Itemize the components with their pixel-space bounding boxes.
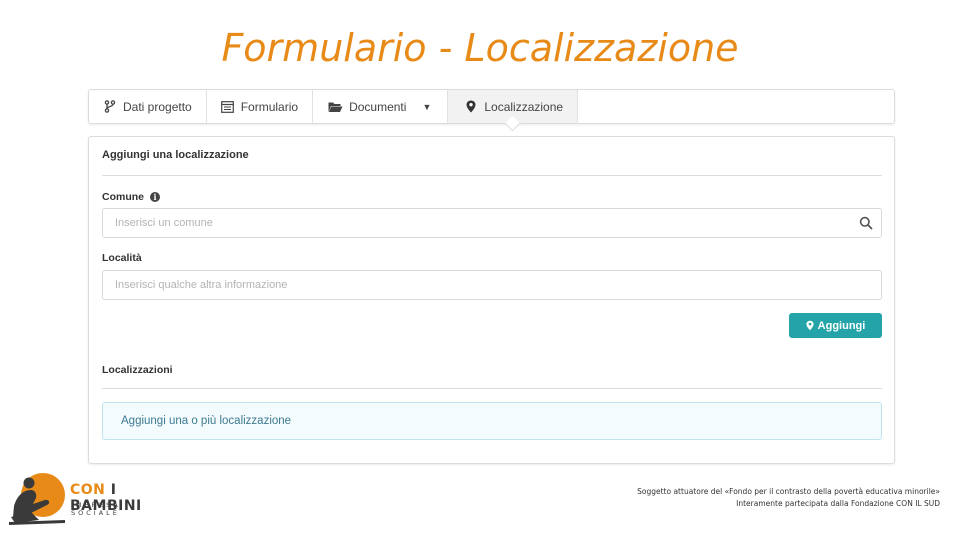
tab-localizzazione[interactable]: Localizzazione [448,90,579,123]
slide-title: Formulario - Localizzazione [221,26,739,70]
branch-icon [103,100,117,114]
add-location-button[interactable]: Aggiungi [789,313,882,338]
logo-con: CON [70,482,106,498]
map-marker-icon [464,100,478,114]
add-button-label: Aggiungi [817,319,866,332]
logo-mark-icon [9,473,65,525]
list-heading: Localizzazioni [102,364,173,376]
search-icon[interactable] [859,216,873,230]
tab-label: Dati progetto [123,99,192,114]
footer-line-2: Interamente partecipata dalla Fondazione… [736,499,940,508]
logo-subtitle: IMPRESA SOCIALE [71,501,121,517]
info-icon[interactable]: i [150,192,160,202]
footer-text: Soggetto attuatore del «Fondo per il con… [637,486,940,510]
comune-input[interactable] [102,208,882,238]
con-i-bambini-logo: CON I BAMBINI IMPRESA SOCIALE [5,470,165,528]
localita-label: Località [102,252,142,264]
tab-label: Localizzazione [484,99,564,114]
tab-dati-progetto[interactable]: Dati progetto [89,90,207,123]
divider [102,175,882,176]
footer-line-1: Soggetto attuatore del «Fondo per il con… [637,487,940,496]
chevron-down-icon[interactable]: ▼ [422,102,431,112]
comune-label: Comune i [102,191,160,203]
tab-documenti[interactable]: Documenti ▼ [313,90,449,123]
tab-label: Documenti [349,99,407,114]
panel-heading: Aggiungi una localizzazione [102,149,249,161]
localita-input[interactable] [102,270,882,300]
tab-bar: Dati progetto Formulario Documenti ▼ Loc… [88,89,895,124]
comune-label-text: Comune [102,191,144,203]
localization-panel: Aggiungi una localizzazione Comune i Loc… [88,136,895,464]
empty-locations-alert: Aggiungi una o più localizzazione [102,402,882,440]
form-icon [221,100,235,114]
divider [102,388,882,389]
folder-open-icon [327,100,343,114]
tab-label: Formulario [240,99,299,114]
map-marker-icon [806,320,814,331]
tab-formulario[interactable]: Formulario [207,90,314,123]
